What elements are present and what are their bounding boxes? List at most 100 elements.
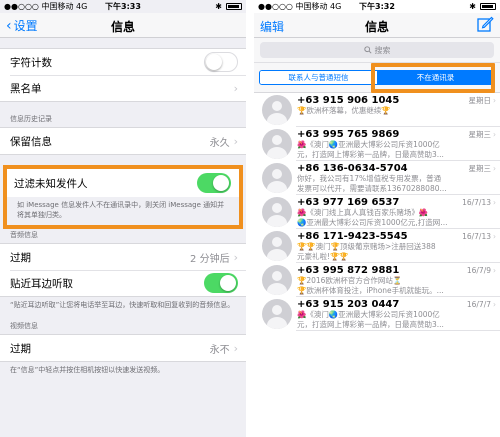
- message-row[interactable]: +86 171-9423-5545 16/7/13 › 🏆🏆澳门🏆顶级葡京赌场>注册回…: [254, 229, 500, 263]
- preview-line-2: 元，打造网上博彩第一品牌，日最高赞助3...: [297, 319, 444, 329]
- history-header: 信息历史记录: [10, 115, 52, 123]
- messages-screen: ●●○○○ 中国移动 4G 下午3:32 ✱ 编辑 信息 搜索 联系人与普通短信…: [254, 0, 500, 437]
- avatar: [262, 95, 292, 125]
- sender-number: +63 977 169 6537: [297, 197, 400, 208]
- filter-unknown-label: 过滤未知发件人: [14, 177, 88, 190]
- message-date-text: 16/7/13: [462, 232, 491, 241]
- search-icon: [363, 46, 372, 54]
- raise-to-listen-toggle[interactable]: [204, 273, 238, 293]
- char-count-label: 字符计数: [10, 56, 52, 69]
- audio-group: 过期 2 分钟后 › 贴近耳边听取: [0, 243, 246, 297]
- preview-line-1: 🏆🏆澳门🏆顶级葡京赌场>注册回送388: [297, 242, 436, 251]
- sender-number: +63 995 872 9881: [297, 265, 400, 276]
- bluetooth-icon: ✱: [215, 2, 222, 11]
- message-date: 16/7/13 ›: [462, 232, 496, 241]
- message-date-text: 16/7/9: [466, 266, 491, 275]
- message-date-text: 16/7/13: [462, 198, 491, 207]
- video-expire-row[interactable]: 过期 永不 ›: [0, 335, 246, 361]
- message-date: 星期三 ›: [469, 129, 497, 140]
- status-bar: ●●○○○ 中国移动 4G 下午3:33 ✱: [0, 0, 246, 13]
- sender-number: +63 915 203 0447: [297, 299, 400, 310]
- search-input[interactable]: 搜索: [260, 42, 494, 58]
- blacklist-label: 黑名单: [10, 82, 42, 95]
- status-bar: ●●○○○ 中国移动 4G 下午3:32 ✱: [254, 0, 500, 13]
- message-row[interactable]: +63 915 203 0447 16/7/7 › 🌺《澳门🌏亚洲最大博彩公司斥资10…: [254, 297, 500, 331]
- history-group: 保留信息 永久 ›: [0, 127, 246, 155]
- avatar: [262, 299, 292, 329]
- clock: 下午3:32: [359, 2, 395, 11]
- screenshot-root: ●●○○○ 中国移动 4G 下午3:33 ✱ ‹ 设置 信息 字符计数 黑名单 …: [0, 0, 500, 437]
- raise-note: “贴近耳边听取”让您将电话举至耳边，快速听取和回复收到的音频信息。: [10, 301, 235, 309]
- avatar: [262, 197, 292, 227]
- chevron-right-icon: ›: [233, 81, 238, 95]
- filter-segment-bar: 联系人与普通短信 不在通讯录: [254, 63, 500, 93]
- message-body: +63 995 765 9869 星期三 › 🌺《澳门🌏亚洲最大博彩公司斥资1000亿…: [297, 129, 496, 159]
- char-count-toggle[interactable]: [204, 52, 238, 72]
- raise-to-listen-label: 贴近耳边听取: [10, 277, 73, 290]
- chevron-right-icon: ›: [493, 232, 496, 241]
- chevron-right-icon: ›: [233, 341, 238, 355]
- message-header: +86 136-0634-5704 星期三 ›: [297, 163, 496, 174]
- screen-divider: [246, 0, 254, 437]
- avatar: [262, 163, 292, 193]
- message-row[interactable]: +63 995 765 9869 星期三 › 🌺《澳门🌏亚洲最大博彩公司斥资1000亿…: [254, 127, 500, 161]
- battery-icon: [480, 3, 496, 10]
- video-header: 视频信息: [10, 322, 38, 330]
- audio-header: 音频信息: [10, 231, 38, 239]
- message-header: +86 171-9423-5545 16/7/13 ›: [297, 231, 496, 242]
- audio-expire-label: 过期: [10, 251, 31, 264]
- nav-bar: 编辑 信息: [254, 13, 500, 38]
- preview-line-1: 🌺《澳门🌏亚洲最大博彩公司斥资1000亿: [297, 310, 440, 319]
- chevron-right-icon: ›: [493, 198, 496, 207]
- chevron-right-icon: ›: [493, 300, 496, 309]
- video-expire-value: 永不: [209, 344, 230, 356]
- sender-number: +86 136-0634-5704: [297, 163, 408, 174]
- filter-note: 如 iMessage 信息发件人不在通讯录中，则关闭 iMessage 通知并将…: [7, 197, 239, 225]
- clock: 下午3:33: [105, 2, 141, 11]
- chevron-right-icon: ›: [233, 250, 238, 264]
- nav-bar: ‹ 设置 信息: [0, 13, 246, 38]
- char-count-row: 字符计数: [0, 49, 246, 75]
- audio-expire-row[interactable]: 过期 2 分钟后 ›: [0, 244, 246, 270]
- message-date: 16/7/7 ›: [467, 300, 496, 309]
- keep-messages-row[interactable]: 保留信息 永久 ›: [0, 128, 246, 154]
- message-body: +86 136-0634-5704 星期三 › 你好，我公司有17%增值税专用发票，普…: [297, 163, 496, 193]
- message-date: 星期日 ›: [469, 95, 497, 106]
- message-body: +63 915 906 1045 星期日 › 🏆欧洲杯落幕，优惠继续🏆: [297, 95, 496, 116]
- message-header: +63 995 765 9869 星期三 ›: [297, 129, 496, 140]
- filter-highlight-box: 过滤未知发件人 如 iMessage 信息发件人不在通讯录中，则关闭 iMess…: [3, 165, 243, 229]
- message-header: +63 915 203 0447 16/7/7 ›: [297, 299, 496, 310]
- keep-messages-value: 永久: [209, 137, 230, 149]
- sender-number: +86 171-9423-5545: [297, 231, 408, 242]
- chevron-right-icon: ›: [493, 130, 496, 139]
- message-date-text: 16/7/7: [466, 300, 491, 309]
- message-date: 星期三 ›: [469, 163, 497, 174]
- message-row[interactable]: +63 915 906 1045 星期日 › 🏆欧洲杯落幕，优惠继续🏆: [254, 93, 500, 127]
- segment-contacts[interactable]: 联系人与普通短信: [260, 71, 377, 84]
- chevron-right-icon: ›: [493, 96, 496, 105]
- message-list: +63 915 906 1045 星期日 › 🏆欧洲杯落幕，优惠继续🏆 +63 995 …: [254, 93, 500, 331]
- message-row[interactable]: +63 977 169 6537 16/7/13 › 🌺《澳门线上真人真钱百家乐赌场》…: [254, 195, 500, 229]
- message-header: +63 915 906 1045 星期日 ›: [297, 95, 496, 106]
- message-row[interactable]: +63 995 872 9881 16/7/9 › 🏆2016欧洲杯官方合作网站⏳ 🏆欧…: [254, 263, 500, 297]
- message-date-text: 星期三: [468, 164, 492, 173]
- message-row[interactable]: +86 136-0634-5704 星期三 › 你好，我公司有17%增值税专用发票，普…: [254, 161, 500, 195]
- message-date: 16/7/13 ›: [462, 198, 496, 207]
- message-date-text: 星期三: [468, 130, 492, 139]
- chevron-right-icon: ›: [493, 266, 496, 275]
- preview-line-2: 🌏亚洲最大博彩公司斥资1000亿元,打造网...: [297, 217, 448, 227]
- settings-screen: ●●○○○ 中国移动 4G 下午3:33 ✱ ‹ 设置 信息 字符计数 黑名单 …: [0, 0, 246, 437]
- blacklist-row[interactable]: 黑名单 ›: [0, 75, 246, 101]
- compose-icon[interactable]: [476, 15, 494, 33]
- avatar: [262, 231, 292, 261]
- message-body: +63 915 203 0447 16/7/7 › 🌺《澳门🌏亚洲最大博彩公司斥资10…: [297, 299, 496, 329]
- chevron-right-icon: ›: [493, 164, 496, 173]
- filter-unknown-row: 过滤未知发件人: [7, 169, 239, 197]
- filter-unknown-toggle[interactable]: [197, 173, 231, 193]
- preview-line-1: 🏆欧洲杯落幕，优惠继续🏆: [297, 106, 391, 115]
- battery-icon: [226, 3, 242, 10]
- preview-line-2: 元豪礼啦!🏆🏆: [297, 251, 349, 261]
- preview-line-1: 🌺《澳门线上真人真钱百家乐赌场》🌺: [297, 208, 429, 217]
- message-date-text: 星期日: [468, 96, 492, 105]
- sender-number: +63 995 765 9869: [297, 129, 400, 140]
